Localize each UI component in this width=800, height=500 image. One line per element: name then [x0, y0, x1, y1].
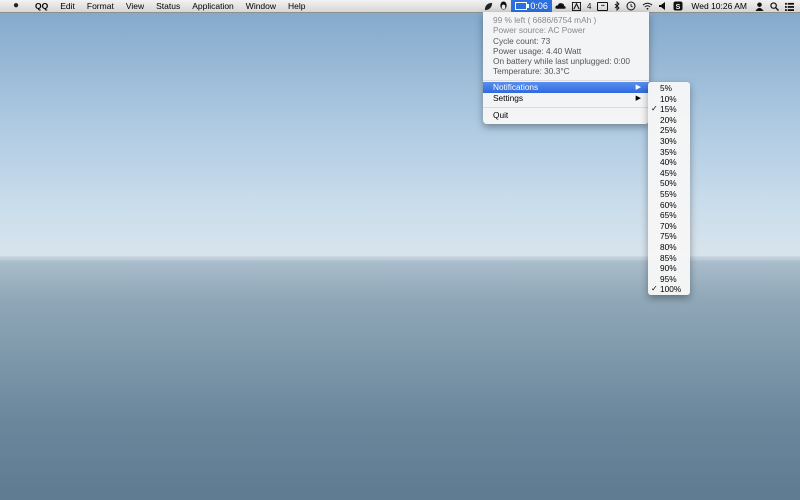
menu-edit[interactable]: Edit: [54, 0, 81, 12]
menu-separator: [483, 80, 649, 81]
quit-menu-item[interactable]: Quit: [483, 110, 649, 121]
notify-level-item[interactable]: ✓ 100%: [648, 284, 690, 295]
submenu-arrow-icon: ▶: [635, 95, 641, 102]
notify-level-label: 10%: [660, 93, 677, 104]
notify-level-item[interactable]: ✓ 15%: [648, 104, 690, 115]
menu-bar-left: ● QQ Edit Format View Status Application…: [0, 0, 312, 12]
box-icon[interactable]: ▪▪: [597, 0, 609, 12]
time-machine-icon[interactable]: [626, 0, 636, 12]
search-icon[interactable]: [770, 0, 779, 12]
notify-level-label: 30%: [660, 136, 677, 146]
menu-bar: ● QQ Edit Format View Status Application…: [0, 0, 800, 13]
settings-menu-item[interactable]: Settings ▶: [483, 93, 649, 104]
list-icon[interactable]: [785, 0, 794, 12]
notify-level-label: 40%: [660, 157, 677, 168]
skype-icon[interactable]: S: [673, 0, 683, 12]
notify-level-item[interactable]: 55%: [648, 189, 690, 200]
notify-level-item[interactable]: 10%: [648, 94, 690, 105]
notifications-submenu: 5% 10% ✓ 15% 20% 25% 30% 35% 40% 45% 50% …: [648, 82, 690, 295]
svg-text:S: S: [676, 4, 681, 11]
menu-format[interactable]: Format: [81, 0, 120, 12]
notify-level-item[interactable]: 30%: [648, 136, 690, 147]
notify-level-label: 15%: [660, 104, 677, 115]
adobe-icon[interactable]: [571, 0, 581, 12]
notify-level-item[interactable]: 60%: [648, 200, 690, 211]
notify-level-label: 50%: [660, 178, 677, 189]
notifications-menu-item[interactable]: Notifications ▶: [483, 82, 649, 93]
notify-level-item[interactable]: 95%: [648, 274, 690, 285]
notify-level-label: 25%: [660, 125, 677, 136]
battery-info-charge: 99 % left ( 6686/6754 mAh ): [493, 15, 597, 25]
notify-level-label: 100%: [660, 284, 682, 295]
menu-status[interactable]: Status: [150, 0, 186, 12]
battery-info-power-usage: Power usage: 4.40 Watt: [493, 46, 582, 56]
apple-menu-icon[interactable]: ●: [11, 1, 21, 11]
battery-info-last-unplugged: On battery while last unplugged: 0:00: [493, 56, 630, 66]
notify-level-label: 65%: [660, 210, 677, 221]
notify-level-label: 35%: [660, 146, 677, 157]
submenu-arrow-icon: ▶: [635, 84, 641, 91]
battery-info-power-source: Power source: AC Power: [493, 25, 586, 35]
notify-level-label: 75%: [660, 231, 677, 242]
notify-level-label: 80%: [660, 242, 677, 252]
battery-icon: [515, 2, 530, 10]
notify-level-item[interactable]: 40%: [648, 157, 690, 168]
qq-penguin-icon[interactable]: [499, 0, 508, 12]
notify-level-item[interactable]: 65%: [648, 210, 690, 221]
settings-label: Settings: [493, 93, 523, 103]
notify-level-item[interactable]: 50%: [648, 178, 690, 189]
bluetooth-icon[interactable]: [614, 0, 621, 12]
battery-status-item[interactable]: 0:06: [511, 0, 552, 12]
user-icon[interactable]: [755, 0, 764, 12]
wifi-icon[interactable]: [642, 0, 653, 12]
cloud-icon[interactable]: [555, 0, 566, 12]
battery-dropdown-menu: 99 % left ( 6686/6754 mAh ) Power source…: [483, 12, 649, 124]
notify-level-label: 20%: [660, 114, 677, 125]
menu-clock[interactable]: Wed 10:26 AM: [691, 1, 747, 11]
notify-level-item[interactable]: 25%: [648, 125, 690, 136]
battery-time: 0:06: [530, 1, 548, 11]
notify-level-label: 60%: [660, 199, 677, 210]
notify-level-item[interactable]: 75%: [648, 231, 690, 242]
notify-level-label: 90%: [660, 263, 677, 274]
notify-level-item[interactable]: 35%: [648, 147, 690, 158]
menu-window[interactable]: Window: [240, 0, 282, 12]
notify-level-item[interactable]: 85%: [648, 253, 690, 264]
badge-count: 4: [586, 1, 592, 11]
menu-view[interactable]: View: [120, 0, 150, 12]
menu-help[interactable]: Help: [282, 0, 311, 12]
battery-info-temperature: Temperature: 30.3°C: [493, 66, 570, 76]
checkmark-icon: ✓: [651, 284, 658, 294]
notify-level-item[interactable]: 5%: [648, 83, 690, 94]
notify-level-label: 95%: [660, 273, 677, 284]
menu-separator: [483, 107, 649, 108]
leaf-icon[interactable]: [484, 0, 493, 12]
battery-info-cycle-count: Cycle count: 73: [493, 36, 551, 46]
checkmark-icon: ✓: [651, 104, 658, 114]
notify-level-label: 55%: [660, 189, 677, 199]
quit-label: Quit: [493, 110, 509, 120]
notify-level-label: 85%: [660, 252, 677, 263]
notify-level-item[interactable]: 80%: [648, 242, 690, 253]
menu-application[interactable]: Application: [186, 0, 240, 12]
notify-level-label: 70%: [660, 220, 677, 231]
volume-icon[interactable]: [659, 0, 667, 12]
notify-level-item[interactable]: 90%: [648, 263, 690, 274]
menu-bar-extras: 0:06 4 ▪▪ S Wed 10:26 AM: [481, 0, 800, 12]
notifications-label: Notifications: [493, 82, 539, 92]
notify-level-label: 5%: [660, 83, 672, 93]
notify-level-item[interactable]: 45%: [648, 168, 690, 179]
notify-level-item[interactable]: 20%: [648, 115, 690, 126]
notify-level-label: 45%: [660, 167, 677, 178]
app-menu[interactable]: QQ: [29, 0, 54, 12]
notify-level-item[interactable]: 70%: [648, 221, 690, 232]
